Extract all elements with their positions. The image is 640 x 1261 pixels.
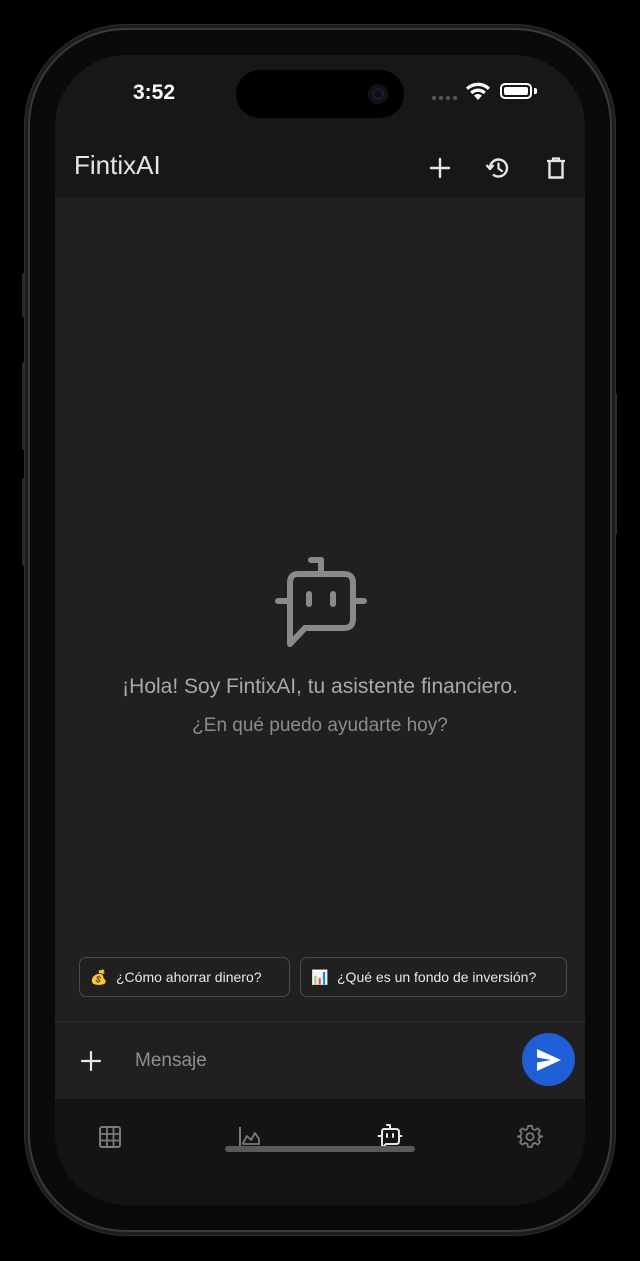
history-button[interactable]	[481, 151, 515, 185]
send-icon	[536, 1048, 561, 1071]
money-bag-icon: 💰	[90, 968, 108, 985]
status-bar: 3:52	[55, 55, 585, 141]
delete-chat-button[interactable]	[539, 151, 573, 185]
home-indicator	[225, 1146, 415, 1152]
battery-icon	[500, 83, 532, 99]
message-input[interactable]	[133, 1040, 517, 1082]
settings-icon	[517, 1125, 543, 1148]
status-time: 3:52	[133, 81, 176, 104]
nav-item-settings[interactable]	[510, 1121, 550, 1153]
welcome-heading: ¡Hola! Soy FintixAI, tu asistente financ…	[122, 675, 518, 698]
wifi-icon	[466, 82, 490, 100]
trash-icon	[547, 157, 565, 179]
suggestion-label: ¿Cómo ahorrar dinero?	[116, 969, 262, 985]
attach-button[interactable]	[75, 1045, 107, 1077]
cellular-signal-icon	[431, 95, 458, 101]
battery-tip	[534, 88, 537, 94]
bar-chart-icon: 📊	[311, 968, 329, 985]
nav-item-table[interactable]	[90, 1121, 130, 1153]
app-bar: FintixAI	[55, 141, 585, 197]
suggestion-chip-investment-fund[interactable]: 📊 ¿Qué es un fondo de inversión?	[300, 957, 567, 997]
plus-icon	[81, 1051, 101, 1071]
suggestion-label: ¿Qué es un fondo de inversión?	[337, 969, 537, 985]
robot-chat-icon	[275, 557, 367, 647]
message-composer	[55, 1021, 585, 1099]
chat-area: ¡Hola! Soy FintixAI, tu asistente financ…	[55, 197, 585, 1021]
app-screen: 3:52 FintixAI ¡Hola! Soy FintixAI, tu as…	[55, 55, 585, 1205]
send-button[interactable]	[522, 1033, 575, 1086]
history-icon	[485, 158, 509, 178]
dynamic-island	[236, 70, 404, 118]
new-chat-button[interactable]	[423, 151, 457, 185]
table-icon	[99, 1126, 121, 1148]
welcome-subtitle: ¿En qué puedo ayudarte hoy?	[192, 715, 448, 736]
app-title: FintixAI	[74, 150, 161, 180]
bottom-navigation	[55, 1099, 585, 1205]
plus-icon	[429, 157, 451, 179]
suggestion-chip-save-money[interactable]: 💰 ¿Cómo ahorrar dinero?	[79, 957, 290, 997]
camera-icon	[368, 84, 388, 104]
